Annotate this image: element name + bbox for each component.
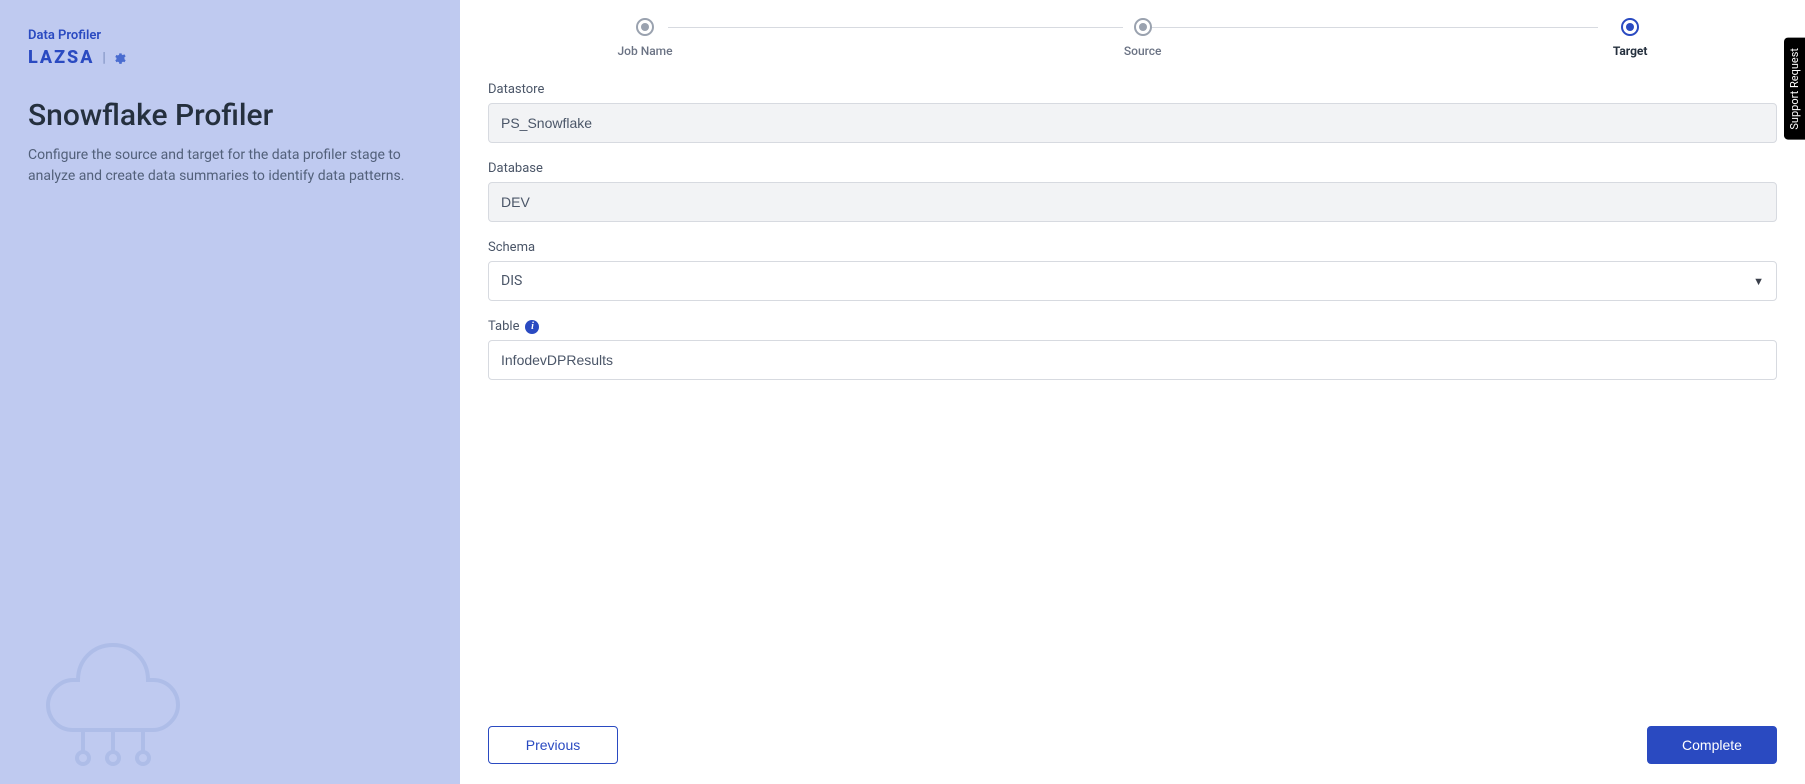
step-target[interactable]: Target — [1613, 18, 1648, 58]
stepper-line — [668, 27, 1123, 28]
brand-separator: | — [102, 50, 105, 66]
step-label: Target — [1613, 44, 1648, 58]
field-table: Table i — [488, 319, 1777, 380]
step-circle-icon — [1621, 18, 1639, 36]
step-source[interactable]: Source — [1124, 18, 1162, 58]
page-title: Snowflake Profiler — [28, 98, 432, 133]
info-icon[interactable]: i — [525, 320, 539, 334]
schema-value: DIS — [501, 273, 522, 289]
stepper: Job Name Source Target — [618, 18, 1648, 58]
previous-button[interactable]: Previous — [488, 726, 618, 764]
main-content: Job Name Source Target Datastore Databas… — [460, 0, 1805, 784]
step-circle-icon — [1134, 18, 1152, 36]
gear-icon — [112, 51, 126, 65]
field-label: Database — [488, 161, 1777, 176]
step-label: Source — [1124, 44, 1162, 58]
step-circle-icon — [636, 18, 654, 36]
table-input[interactable] — [488, 340, 1777, 380]
brand-label: Data Profiler — [28, 28, 432, 43]
support-request-tab[interactable]: Support Request — [1784, 38, 1805, 140]
step-label: Job Name — [618, 44, 673, 58]
step-job-name[interactable]: Job Name — [618, 18, 673, 58]
field-datastore: Datastore — [488, 82, 1777, 143]
sidebar: Data Profiler LAZSA | Snowflake Profiler… — [0, 0, 460, 784]
page-subtitle: Configure the source and target for the … — [28, 145, 418, 187]
complete-button[interactable]: Complete — [1647, 726, 1777, 764]
field-database: Database — [488, 161, 1777, 222]
field-schema: Schema DIS ▼ — [488, 240, 1777, 301]
cloud-icon — [28, 600, 198, 774]
brand-row: LAZSA | — [28, 47, 432, 68]
database-input — [488, 182, 1777, 222]
stepper-line — [1143, 27, 1598, 28]
field-label: Table i — [488, 319, 1777, 334]
field-label: Datastore — [488, 82, 1777, 97]
footer: Previous Complete — [488, 714, 1777, 764]
datastore-input — [488, 103, 1777, 143]
chevron-down-icon: ▼ — [1753, 275, 1764, 288]
brand-name: LAZSA — [28, 47, 94, 68]
schema-select[interactable]: DIS ▼ — [488, 261, 1777, 301]
field-label: Schema — [488, 240, 1777, 255]
form-area: Datastore Database Schema DIS ▼ Table i — [488, 82, 1777, 714]
table-label-text: Table — [488, 319, 519, 334]
